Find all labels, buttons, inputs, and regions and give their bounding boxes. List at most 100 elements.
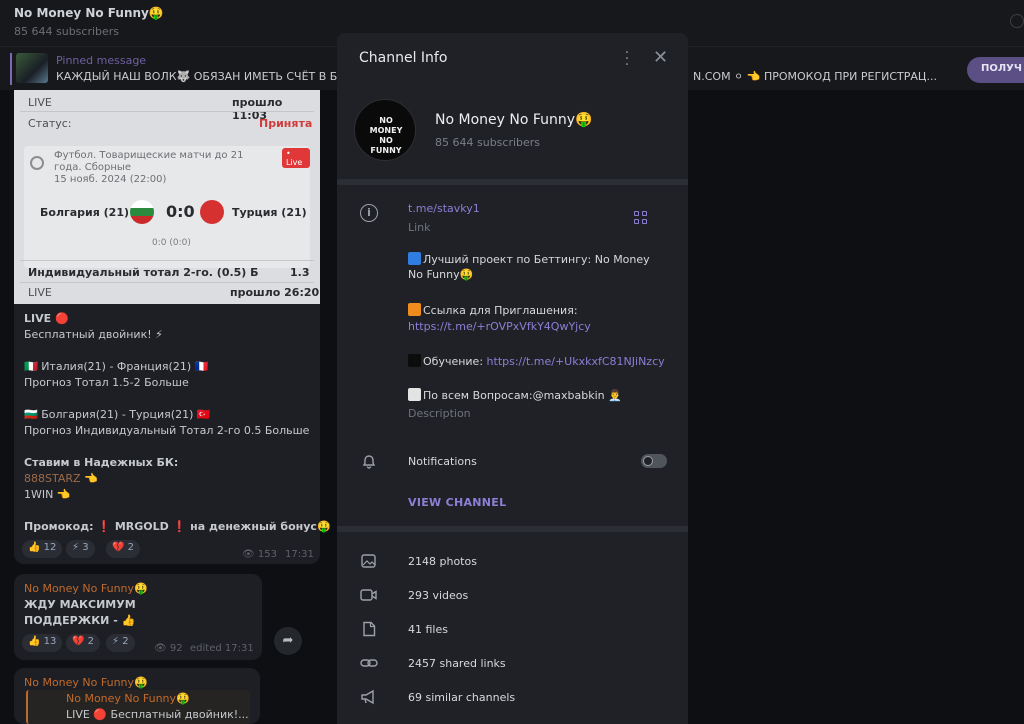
team-home: Болгария (21)	[40, 206, 130, 219]
description-text: Лучший проект по Беттингу: No Money	[423, 253, 650, 266]
blue-square-icon	[408, 252, 421, 265]
bell-icon	[362, 455, 376, 469]
slip-bottom-right: прошло 26:20	[230, 286, 320, 299]
bet-description: Индивидуальный тотал 2-го. (0.5) Б	[28, 266, 259, 279]
reaction-chip[interactable]: 👍 12	[22, 540, 63, 558]
divider	[20, 282, 314, 283]
bet-slip-image[interactable]: LIVE прошло 11:03 Статус: Принята • Live…	[14, 90, 320, 304]
notifications-label: Notifications	[408, 455, 477, 468]
link-label: Link	[408, 221, 431, 234]
toggle-knob	[643, 456, 653, 466]
media-similar-channels[interactable]: 69 similar channels	[408, 691, 515, 704]
description-text: Обучение:	[423, 355, 487, 368]
view-count: 👁 92	[154, 643, 183, 654]
link-icon	[360, 659, 378, 667]
message-line: 🇧🇬 Болгария(21) - Турция(21) 🇹🇷	[24, 408, 211, 421]
panel-title: Channel Info	[359, 50, 448, 66]
pinned-action-button[interactable]: ПОЛУЧ	[967, 57, 1024, 83]
reaction-chip[interactable]: 👍 13	[22, 634, 63, 652]
search-icon[interactable]	[1010, 14, 1024, 28]
match-card: • Live Футбол. Товарищеские матчи до 21 …	[24, 146, 310, 268]
section-divider	[337, 179, 688, 185]
forward-button[interactable]: ➦	[274, 627, 302, 655]
pinned-text: КАЖДЫЙ НАШ ВОЛК🐺 ОБЯЗАН ИМЕТЬ СЧЁТ В Б	[56, 70, 338, 83]
message-author[interactable]: No Money No Funny🤑	[24, 582, 148, 595]
pinned-thumbnail	[16, 53, 48, 83]
reaction-chip[interactable]: ⚡ 2	[106, 634, 135, 652]
quote-author: No Money No Funny🤑	[66, 692, 190, 705]
channel-name: No Money No Funny🤑	[435, 112, 593, 128]
message-time: edited 17:31	[190, 643, 254, 654]
description-label: Description	[408, 407, 471, 420]
pinned-text-tail: N.COM ⚪ 👈 ПРОМОКОД ПРИ РЕГИСТРАЦ...	[693, 70, 937, 83]
description-text: Ссылка для Приглашения:	[423, 304, 578, 317]
media-files[interactable]: 41 files	[408, 623, 448, 636]
view-channel-button[interactable]: VIEW CHANNEL	[408, 496, 506, 509]
message-line: ЖДУ МАКСИМУМ	[24, 598, 136, 611]
slip-status-label: Статус:	[28, 117, 72, 130]
description-line: Обучение: https://t.me/+UkxkxfC81NJiNzcy	[408, 354, 665, 368]
more-options-icon[interactable]: · · ·	[621, 46, 633, 72]
video-icon	[360, 589, 377, 601]
media-links[interactable]: 2457 shared links	[408, 657, 506, 670]
slip-bottom-left: LIVE	[28, 286, 52, 299]
match-date: 15 нояб. 2024 (22:00)	[54, 174, 167, 185]
qr-code-icon[interactable]	[634, 211, 648, 225]
message-line: 🇮🇹 Италия(21) - Франция(21) 🇫🇷	[24, 360, 209, 373]
training-link[interactable]: https://t.me/+UkxkxfC81NJiNzcy	[487, 355, 665, 368]
message-line: Ставим в Надежных БК:	[24, 456, 179, 469]
divider	[20, 111, 314, 112]
message-line: LIVE 🔴	[24, 312, 69, 325]
white-square-icon	[408, 388, 421, 401]
league-name-2: года. Сборные	[54, 162, 131, 173]
description-line: По всем Вопросам:@maxbabkin 👨‍💼	[408, 388, 622, 402]
section-divider	[337, 526, 688, 532]
reaction-chip[interactable]: ⚡ 3	[66, 540, 95, 558]
info-icon: i	[360, 204, 378, 222]
photo-icon	[361, 554, 376, 568]
channel-info-panel: Channel Info · · · ✕ NO MONEY NO FUNNY No …	[337, 33, 688, 724]
live-badge: • Live	[282, 148, 310, 168]
description-line: Лучший проект по Беттингу: No Money	[408, 252, 650, 266]
orange-square-icon	[408, 303, 421, 316]
message-line: Бесплатный двойник! ⚡	[24, 328, 163, 341]
message-line: Прогноз Индивидуальный Тотал 2-го 0.5 Бо…	[24, 424, 310, 437]
reaction-chip[interactable]: 💔 2	[106, 540, 140, 558]
message-time: 17:31	[285, 549, 314, 560]
pinned-indicator	[10, 53, 12, 85]
channel-avatar[interactable]: NO MONEY NO FUNNY	[354, 99, 416, 161]
channel-link[interactable]: t.me/stavky1	[408, 202, 480, 215]
notifications-toggle[interactable]	[641, 454, 667, 468]
megaphone-icon	[361, 689, 374, 705]
team-away: Турция (21)	[232, 206, 307, 219]
reply-quote[interactable]: No Money No Funny🤑 LIVE 🔴 Бесплатный дво…	[26, 690, 250, 724]
invite-link[interactable]: https://t.me/+rOVPxVfkY4QwYjcy	[408, 320, 591, 333]
message-author[interactable]: No Money No Funny🤑	[24, 676, 148, 689]
bet-odds: 1.3	[290, 266, 310, 279]
chat-title[interactable]: No Money No Funny🤑	[14, 6, 164, 20]
quote-text: LIVE 🔴 Бесплатный двойник!...	[66, 708, 249, 721]
message-line: Промокод: ❗ MRGOLD ❗ на денежный бонус🤑	[24, 520, 331, 533]
message-line: Прогноз Тотал 1.5-2 Больше	[24, 376, 189, 389]
bulgaria-flag-icon	[130, 200, 154, 224]
close-icon[interactable]: ✕	[653, 47, 668, 68]
pinned-label: Pinned message	[56, 54, 147, 67]
reaction-chip[interactable]: 💔 2	[66, 634, 100, 652]
slip-status-value: Принята	[259, 117, 313, 130]
turkey-flag-icon	[200, 200, 224, 224]
bookmaker-link[interactable]: 1WIN 👈	[24, 488, 71, 501]
league-name: Футбол. Товарищеские матчи до 21	[54, 150, 244, 161]
avatar-text: NO MONEY NO FUNNY	[369, 116, 403, 155]
divider	[20, 260, 314, 261]
chat-subscribers: 85 644 subscribers	[14, 25, 120, 38]
half-score: 0:0 (0:0)	[152, 238, 191, 248]
media-videos[interactable]: 293 videos	[408, 589, 468, 602]
bookmaker-link[interactable]: 888STARZ 👈	[24, 472, 98, 485]
description-text: По всем Вопросам:@maxbabkin 👨‍💼	[423, 389, 622, 402]
slip-top-left: LIVE	[28, 96, 52, 109]
view-count: 👁 153	[242, 549, 277, 560]
media-photos[interactable]: 2148 photos	[408, 555, 477, 568]
football-icon	[30, 156, 44, 170]
message-line: ПОДДЕРЖКИ - 👍	[24, 614, 136, 627]
file-icon	[363, 621, 376, 637]
